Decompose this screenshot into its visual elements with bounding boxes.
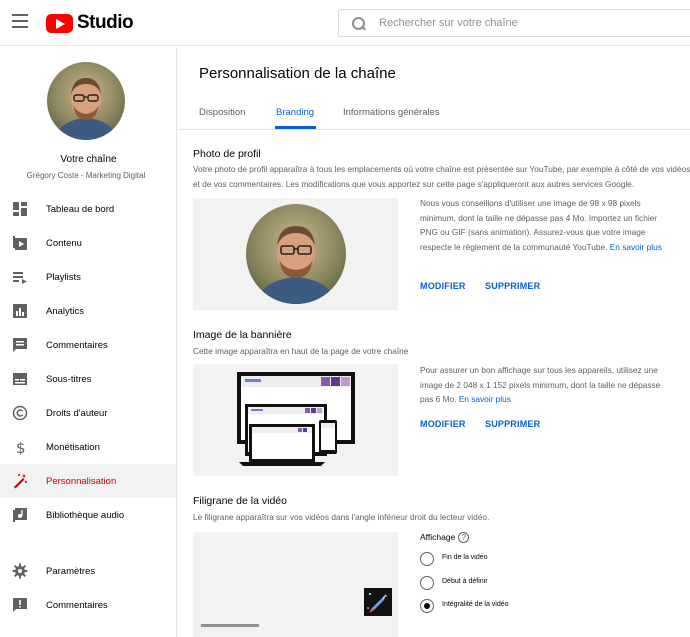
sidebar-item-subtitles[interactable]: Sous-titres xyxy=(0,362,176,396)
sidebar-item-audio-library[interactable]: Bibliothèque audio xyxy=(0,498,176,532)
search-icon[interactable] xyxy=(352,17,365,30)
page-title: Personnalisation de la chaîne xyxy=(199,65,396,82)
watermark-preview xyxy=(193,532,398,637)
radio-label: Début à définir xyxy=(442,578,488,585)
radio-circle[interactable] xyxy=(420,599,434,613)
device-mockup xyxy=(237,372,355,466)
top-bar: Studio xyxy=(0,0,690,46)
sidebar-item-dashboard[interactable]: Tableau de bord xyxy=(0,192,176,226)
channel-name: Grégory Coste - Marketing Digital xyxy=(26,171,146,180)
sidebar-item-label: Sous-titres xyxy=(46,373,92,385)
sidebar-item-label: Tableau de bord xyxy=(46,203,115,215)
copyright-icon xyxy=(12,405,28,421)
sidebar-item-label: Bibliothèque audio xyxy=(46,509,125,521)
watermark-section-title: Filigrane de la vidéo xyxy=(193,495,287,507)
sidebar-item-playlists[interactable]: Playlists xyxy=(0,260,176,294)
tabs-divider xyxy=(178,129,690,130)
feedback-icon xyxy=(13,598,27,612)
profile-preview xyxy=(193,198,398,310)
gear-icon xyxy=(12,563,28,579)
sidebar-item-copyright[interactable]: Droits d'auteur xyxy=(0,396,176,430)
rocket-icon xyxy=(367,593,387,613)
sidebar-item-label: Playlists xyxy=(46,271,81,283)
profile-section-description: Votre photo de profil apparaîtra à tous … xyxy=(193,164,690,189)
radio-circle[interactable] xyxy=(420,576,434,590)
menu-icon[interactable] xyxy=(12,14,28,28)
comments-icon xyxy=(13,338,27,352)
profile-modify-button[interactable]: MODIFIER xyxy=(420,281,466,291)
watermark-thumbnail xyxy=(364,588,392,616)
banner-modify-button[interactable]: MODIFIER xyxy=(420,419,466,429)
subtitles-icon xyxy=(13,373,27,385)
banner-section-title: Image de la bannière xyxy=(193,329,292,341)
tab-layout[interactable]: Disposition xyxy=(199,107,245,118)
sidebar-item-label: Commentaires xyxy=(46,599,108,611)
radio-circle[interactable] xyxy=(420,552,434,566)
svg-text:$: $ xyxy=(16,439,26,455)
display-label: Affichage? xyxy=(420,532,470,544)
dollar-icon: $ xyxy=(16,439,26,455)
sidebar-item-label: Paramètres xyxy=(46,565,96,577)
sidebar-item-feedback[interactable]: Commentaires xyxy=(0,588,176,622)
profile-guidelines: Nous vous conseillons d'utiliser une ima… xyxy=(420,196,668,254)
audio-library-icon xyxy=(13,508,27,522)
profile-learn-more-link[interactable]: En savoir plus xyxy=(610,242,662,252)
profile-photo-preview xyxy=(246,204,346,304)
display-label-text: Affichage xyxy=(420,532,456,542)
channel-title: Votre chaîne xyxy=(60,154,117,165)
magic-wand-icon xyxy=(14,474,27,489)
radio-label: Intégralité de la vidéo xyxy=(442,601,509,608)
sidebar-item-label: Commentaires xyxy=(46,339,108,351)
sidebar-item-label: Analytics xyxy=(46,305,85,317)
playlists-icon xyxy=(13,272,27,284)
sidebar-item-content[interactable]: Contenu xyxy=(0,226,176,260)
logo-text: Studio xyxy=(77,12,134,33)
banner-delete-button[interactable]: SUPPRIMER xyxy=(485,419,540,429)
sidebar-item-monetization[interactable]: $ Monétisation xyxy=(0,430,176,464)
banner-guidelines: Pour assurer un bon affichage sur tous l… xyxy=(420,363,668,407)
sidebar-item-customization[interactable]: Personnalisation xyxy=(0,464,176,498)
tab-branding[interactable]: Branding xyxy=(276,107,314,118)
studio-logo[interactable]: Studio xyxy=(46,12,134,34)
sidebar-item-label: Contenu xyxy=(46,237,82,249)
banner-preview xyxy=(193,364,398,476)
channel-avatar[interactable] xyxy=(47,62,125,140)
analytics-icon xyxy=(13,304,27,318)
watermark-section-description: Le filigrane apparaîtra sur vos vidéos d… xyxy=(193,512,490,522)
sidebar-item-comments[interactable]: Commentaires xyxy=(0,328,176,362)
profile-section-title: Photo de profil xyxy=(193,148,261,160)
sidebar-item-settings[interactable]: Paramètres xyxy=(0,554,176,588)
banner-learn-more-link[interactable]: En savoir plus xyxy=(459,394,511,404)
sidebar-item-label: Personnalisation xyxy=(46,475,117,487)
video-progress-bar xyxy=(201,624,259,627)
radio-end-of-video[interactable]: Fin de la vidéo xyxy=(420,552,620,568)
banner-guidelines-text: Pour assurer un bon affichage sur tous l… xyxy=(420,365,661,404)
search-input[interactable] xyxy=(379,15,679,31)
sidebar-item-analytics[interactable]: Analytics xyxy=(0,294,176,328)
sidebar-item-label: Monétisation xyxy=(46,441,100,453)
tab-basic-info[interactable]: Informations générales xyxy=(343,107,440,118)
help-icon[interactable]: ? xyxy=(458,532,470,544)
sidebar-item-label: Droits d'auteur xyxy=(46,407,108,419)
youtube-play-icon xyxy=(46,13,73,33)
dashboard-icon xyxy=(13,202,27,216)
content-icon xyxy=(13,236,27,250)
radio-custom-start[interactable]: Début à définir xyxy=(420,576,620,592)
sidebar: Votre chaîne Grégory Coste - Marketing D… xyxy=(0,47,177,637)
profile-delete-button[interactable]: SUPPRIMER xyxy=(485,281,540,291)
search-box[interactable] xyxy=(338,9,690,37)
radio-entire-video[interactable]: Intégralité de la vidéo xyxy=(420,599,620,615)
radio-label: Fin de la vidéo xyxy=(442,554,488,561)
banner-section-description: Cette image apparaîtra en haut de la pag… xyxy=(193,346,409,356)
